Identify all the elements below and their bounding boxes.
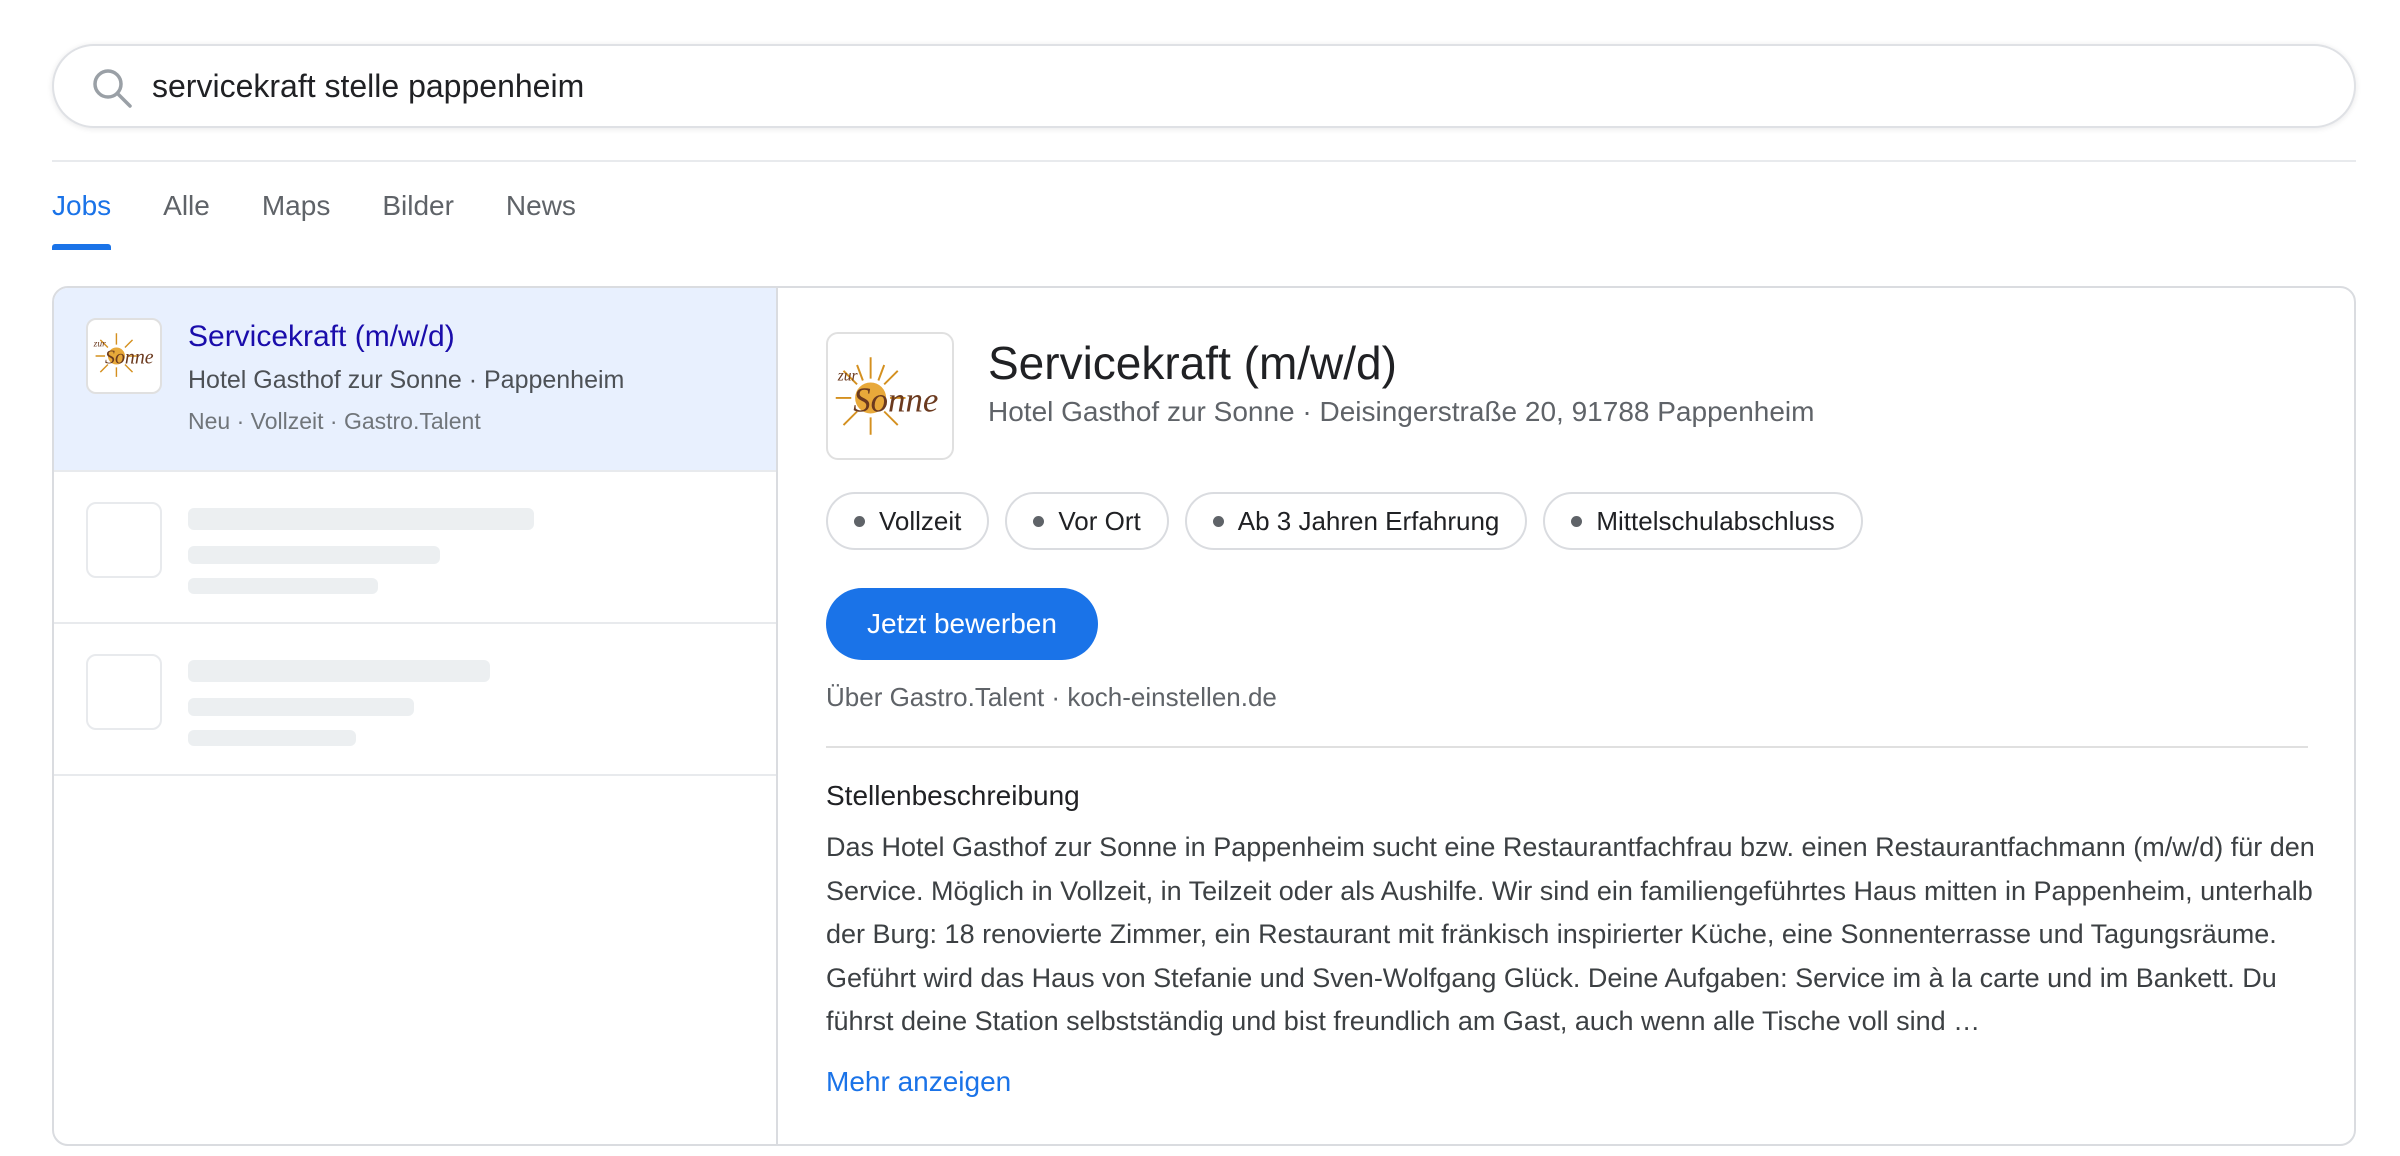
job-list: zur Sonne Servicekraft (m/w/d) Hotel Gas… bbox=[54, 288, 778, 1144]
svg-text:Sonne: Sonne bbox=[853, 381, 938, 420]
apply-button[interactable]: Jetzt bewerben bbox=[826, 588, 1098, 660]
search-tabs: Jobs Alle Maps Bilder News bbox=[52, 186, 628, 250]
job-source: Über Gastro.Talent · koch-einstellen.de bbox=[826, 682, 1277, 712]
detail-divider bbox=[826, 746, 2308, 748]
chip-vor-ort: Vor Ort bbox=[1005, 492, 1169, 550]
job-detail-title: Servicekraft (m/w/d) bbox=[988, 337, 1397, 389]
tab-news[interactable]: News bbox=[506, 186, 576, 250]
chip-experience: Ab 3 Jahren Erfahrung bbox=[1184, 492, 1528, 550]
chip-label: Mittelschulabschluss bbox=[1596, 505, 1835, 536]
job-detail: zur Sonne Servicekraft (m/w/d) Hotel Gas… bbox=[778, 288, 2354, 1144]
job-company: Hotel Gasthof zur Sonne · Pappenheim bbox=[188, 366, 625, 394]
job-description: Das Hotel Gasthof zur Sonne in Pappenhei… bbox=[826, 832, 2315, 1036]
skeleton-line bbox=[188, 660, 490, 682]
tab-bilder[interactable]: Bilder bbox=[382, 186, 454, 250]
jobs-card: zur Sonne Servicekraft (m/w/d) Hotel Gas… bbox=[52, 286, 2356, 1146]
job-list-item-loading bbox=[54, 474, 776, 624]
chip-label: Vor Ort bbox=[1058, 505, 1141, 536]
company-logo: zur Sonne bbox=[86, 318, 162, 394]
tab-label: Bilder bbox=[382, 190, 454, 221]
search-input[interactable] bbox=[152, 62, 2312, 110]
skeleton-line bbox=[188, 578, 378, 594]
tab-label: Alle bbox=[163, 190, 210, 221]
tab-label: News bbox=[505, 190, 576, 221]
bullet-icon bbox=[854, 515, 865, 527]
bullet-icon bbox=[1033, 515, 1045, 527]
tab-alle[interactable]: Alle bbox=[163, 186, 210, 250]
chip-education: Mittelschulabschluss bbox=[1543, 492, 1863, 550]
job-list-item-selected[interactable]: zur Sonne Servicekraft (m/w/d) Hotel Gas… bbox=[54, 288, 776, 472]
sun-logo-icon: zur Sonne bbox=[835, 357, 938, 435]
skeleton-logo bbox=[86, 502, 162, 578]
bullet-icon bbox=[1571, 515, 1583, 527]
description-heading: Stellenbeschreibung bbox=[826, 780, 1080, 811]
search-icon[interactable] bbox=[90, 66, 134, 110]
company-logo-large: zur Sonne bbox=[826, 332, 954, 460]
chip-label: Vollzeit bbox=[879, 505, 962, 536]
svg-text:zur: zur bbox=[93, 340, 106, 350]
chip-label: Ab 3 Jahren Erfahrung bbox=[1237, 505, 1500, 536]
job-title[interactable]: Servicekraft (m/w/d) bbox=[188, 320, 455, 354]
tab-label: Maps bbox=[261, 190, 331, 221]
skeleton-logo bbox=[86, 654, 162, 730]
header-divider bbox=[52, 160, 2356, 162]
tab-label: Jobs bbox=[52, 190, 112, 221]
search-bar[interactable] bbox=[52, 44, 2356, 128]
svg-text:Sonne: Sonne bbox=[105, 347, 154, 369]
bullet-icon bbox=[1212, 515, 1224, 527]
job-list-item-loading bbox=[54, 626, 776, 776]
job-detail-company: Hotel Gasthof zur Sonne · Deisingerstraß… bbox=[988, 396, 1815, 427]
skeleton-line bbox=[188, 730, 356, 746]
skeleton-line bbox=[188, 698, 414, 716]
tab-maps[interactable]: Maps bbox=[262, 186, 330, 250]
skeleton-line bbox=[188, 546, 440, 564]
sun-logo-icon: zur Sonne bbox=[93, 333, 154, 377]
skeleton-line bbox=[188, 508, 534, 530]
chip-vollzeit: Vollzeit bbox=[826, 492, 990, 550]
job-meta: Neu · Vollzeit · Gastro.Talent bbox=[188, 408, 481, 434]
tab-jobs[interactable]: Jobs bbox=[52, 186, 112, 250]
show-more-link[interactable]: Mehr anzeigen bbox=[826, 1066, 1011, 1098]
job-attribute-chips: Vollzeit Vor Ort Ab 3 Jahren Erfahrung M… bbox=[826, 492, 1879, 550]
